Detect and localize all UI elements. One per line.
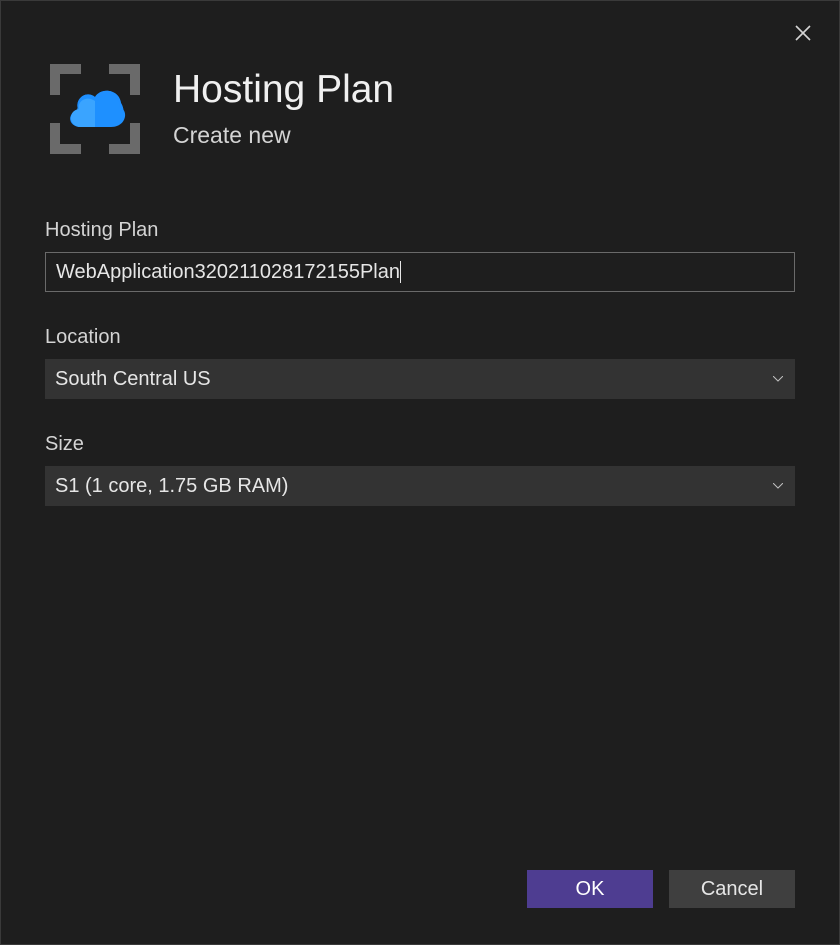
cancel-button[interactable]: Cancel bbox=[669, 870, 795, 908]
location-group: Location South Central US bbox=[45, 326, 795, 399]
size-label: Size bbox=[45, 433, 795, 456]
dialog-title: Hosting Plan bbox=[173, 69, 394, 112]
form: Hosting Plan WebApplication3202110281721… bbox=[1, 191, 839, 506]
size-value: S1 (1 core, 1.75 GB RAM) bbox=[55, 475, 288, 498]
hosting-plan-value: WebApplication320211028172155Plan bbox=[56, 261, 400, 284]
location-label: Location bbox=[45, 326, 795, 349]
dialog-footer: OK Cancel bbox=[527, 870, 795, 908]
ok-button[interactable]: OK bbox=[527, 870, 653, 908]
dialog-subtitle: Create new bbox=[173, 122, 394, 149]
close-button[interactable] bbox=[791, 23, 815, 47]
hosting-plan-icon bbox=[45, 59, 145, 159]
location-value: South Central US bbox=[55, 368, 211, 391]
size-group: Size S1 (1 core, 1.75 GB RAM) bbox=[45, 433, 795, 506]
size-select[interactable]: S1 (1 core, 1.75 GB RAM) bbox=[45, 466, 795, 506]
dialog-header: Hosting Plan Create new bbox=[1, 1, 839, 191]
close-icon bbox=[793, 23, 813, 48]
location-select[interactable]: South Central US bbox=[45, 359, 795, 399]
hosting-plan-group: Hosting Plan WebApplication3202110281721… bbox=[45, 219, 795, 292]
hosting-plan-label: Hosting Plan bbox=[45, 219, 795, 242]
hosting-plan-input[interactable]: WebApplication320211028172155Plan bbox=[45, 252, 795, 292]
text-cursor bbox=[400, 261, 401, 283]
